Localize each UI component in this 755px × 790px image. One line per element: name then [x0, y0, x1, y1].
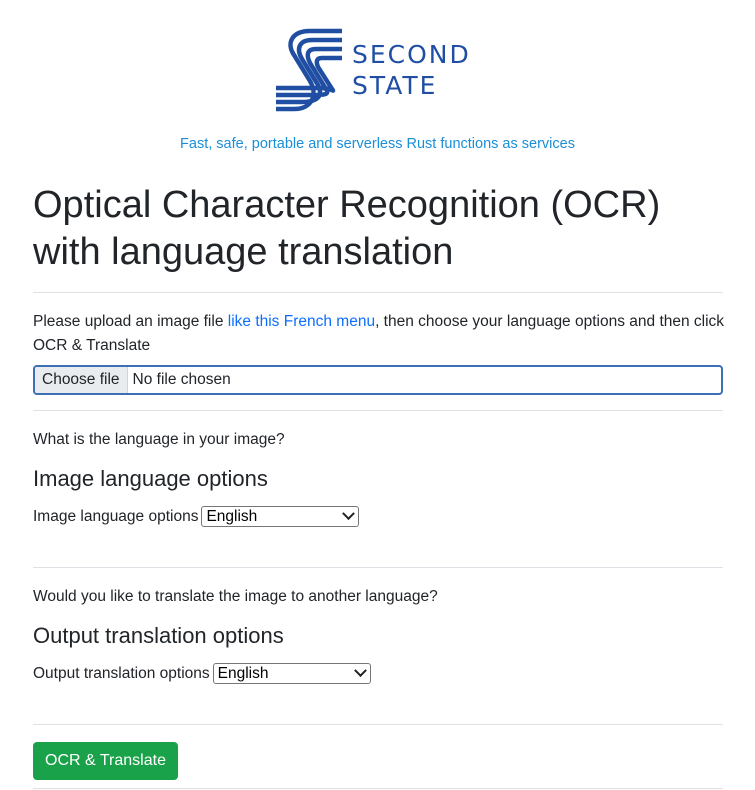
output-language-selected: English — [217, 664, 269, 682]
output-language-label: Output translation options — [33, 664, 210, 682]
image-language-row: Image language options English — [33, 506, 360, 527]
brand-name: SECOND STATE — [352, 39, 471, 101]
output-language-select[interactable]: English — [212, 663, 371, 684]
image-language-label: Image language options — [33, 507, 199, 525]
image-language-select[interactable]: English — [201, 506, 360, 527]
chevron-down-icon — [353, 664, 367, 678]
image-language-selected: English — [206, 507, 258, 525]
ocr-translate-button[interactable]: OCR & Translate — [33, 742, 178, 780]
french-menu-link[interactable]: like this French menu — [228, 313, 375, 330]
second-state-logo-icon — [276, 28, 342, 112]
divider — [33, 788, 723, 789]
upload-text-before: Please upload an image file — [33, 313, 228, 330]
output-language-question: Would you like to translate the image to… — [33, 588, 438, 605]
divider — [33, 292, 723, 293]
brand-line-1: SECOND — [352, 40, 471, 69]
divider — [33, 567, 723, 568]
image-language-question: What is the language in your image? — [33, 431, 285, 448]
tagline: Fast, safe, portable and serverless Rust… — [180, 136, 575, 152]
upload-instructions: Please upload an image file like this Fr… — [33, 310, 728, 358]
brand-logo: SECOND STATE — [272, 24, 492, 116]
image-file-input[interactable]: Choose file No file chosen — [33, 365, 723, 395]
output-language-row: Output translation options English — [33, 663, 371, 684]
image-language-heading: Image language options — [33, 466, 268, 491]
brand-line-2: STATE — [352, 71, 438, 100]
divider — [33, 410, 723, 411]
choose-file-button[interactable]: Choose file — [35, 367, 128, 393]
file-status: No file chosen — [132, 371, 231, 388]
divider — [33, 724, 723, 725]
chevron-down-icon — [342, 507, 356, 521]
page-title: Optical Character Recognition (OCR) with… — [33, 184, 661, 273]
output-language-heading: Output translation options — [33, 623, 284, 648]
